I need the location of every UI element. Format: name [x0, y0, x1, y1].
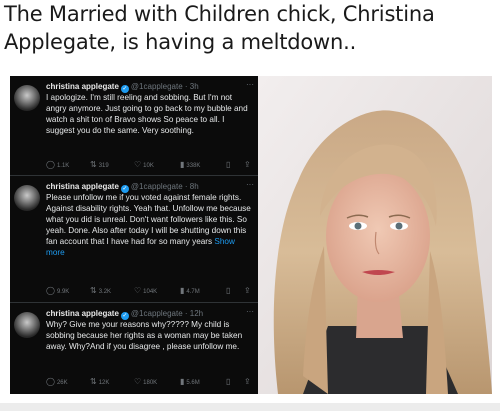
bookmark-button[interactable]: ▯	[226, 286, 232, 297]
tweet[interactable]: christina applegate ✓ @1capplegate · 12h ·…	[10, 308, 258, 392]
author-name[interactable]: christina applegate	[46, 309, 119, 318]
bookmark-icon: ▯	[226, 377, 231, 386]
tweet-thread: christina applegate ✓ @1capplegate · 3h ··…	[10, 76, 258, 394]
tweet-text: Why? Give me your reasons why????? My ch…	[46, 320, 243, 351]
retweet-button[interactable]: ⇅ 3.2K	[90, 286, 111, 297]
view-count: 4.7M	[186, 289, 200, 295]
like-button[interactable]: ♡ 104K	[134, 286, 157, 297]
like-count: 10K	[143, 163, 154, 169]
retweet-icon: ⇅	[90, 160, 97, 169]
portrait-photo	[258, 76, 492, 394]
bookmark-icon: ▯	[226, 286, 231, 295]
views-button[interactable]: ▮ 338K	[180, 160, 200, 171]
retweet-count: 3.2K	[98, 289, 112, 295]
tweet-divider	[10, 175, 258, 176]
bottom-bar	[0, 403, 500, 411]
retweet-icon: ⇅	[90, 286, 97, 295]
reply-count: 26K	[56, 380, 68, 386]
heart-icon: ♡	[134, 160, 142, 169]
reply-button[interactable]: ◯ 1.1K	[46, 160, 69, 171]
views-chart-icon: ▮	[180, 377, 185, 386]
reply-icon: ◯	[46, 160, 55, 169]
tweet-time[interactable]: 8h	[190, 182, 199, 191]
share-button[interactable]: ⇪	[244, 160, 253, 171]
avatar[interactable]	[14, 185, 40, 211]
reply-button[interactable]: ◯ 26K	[46, 377, 68, 388]
separator-dot: ·	[182, 182, 190, 191]
share-icon: ⇪	[244, 286, 251, 295]
heart-icon: ♡	[134, 286, 142, 295]
retweet-button[interactable]: ⇅ 319	[90, 160, 109, 171]
separator-dot: ·	[182, 309, 190, 318]
like-button[interactable]: ♡ 180K	[134, 377, 157, 388]
author-handle[interactable]: @1capplegate	[131, 309, 183, 318]
views-button[interactable]: ▮ 4.7M	[180, 286, 200, 297]
tweet-text-container: Please unfollow me if you voted against …	[46, 192, 254, 258]
tweet-text: I apologize. I'm still reeling and sobbi…	[46, 93, 248, 135]
more-dots-icon[interactable]: ···	[246, 181, 254, 189]
tweet-actions: ◯ 26K ⇅ 12K ♡ 180K ▮ 5.6M ▯ ⇪	[46, 377, 256, 387]
reply-icon: ◯	[46, 377, 55, 386]
avatar[interactable]	[14, 312, 40, 338]
reply-count: 1.1K	[56, 163, 70, 169]
heart-icon: ♡	[134, 377, 142, 386]
screenshot-panel: christina applegate ✓ @1capplegate · 3h ··…	[10, 76, 492, 394]
share-button[interactable]: ⇪	[244, 377, 253, 388]
avatar[interactable]	[14, 85, 40, 111]
reply-icon: ◯	[46, 286, 55, 295]
retweet-count: 319	[98, 163, 109, 169]
separator-dot: ·	[182, 82, 190, 91]
bookmark-button[interactable]: ▯	[226, 377, 232, 388]
views-chart-icon: ▮	[180, 160, 185, 169]
retweet-icon: ⇅	[90, 377, 97, 386]
reply-button[interactable]: ◯ 9.9K	[46, 286, 69, 297]
view-count: 338K	[186, 163, 201, 169]
views-button[interactable]: ▮ 5.6M	[180, 377, 200, 388]
tweet-actions: ◯ 9.9K ⇅ 3.2K ♡ 104K ▮ 4.7M ▯ ⇪	[46, 286, 256, 296]
share-icon: ⇪	[244, 377, 251, 386]
tweet-actions: ◯ 1.1K ⇅ 319 ♡ 10K ▮ 338K ▯ ⇪	[46, 160, 256, 170]
bookmark-icon: ▯	[226, 160, 231, 169]
portrait-illustration	[258, 76, 492, 394]
bookmark-button[interactable]: ▯	[226, 160, 232, 171]
tweet[interactable]: christina applegate ✓ @1capplegate · 3h ··…	[10, 81, 258, 176]
like-count: 104K	[143, 289, 158, 295]
author-handle[interactable]: @1capplegate	[131, 82, 183, 91]
retweet-count: 12K	[98, 380, 110, 386]
tweet-divider	[10, 302, 258, 303]
author-name[interactable]: christina applegate	[46, 82, 119, 91]
post-headline: The Married with Children chick, Christi…	[4, 2, 435, 54]
share-icon: ⇪	[244, 160, 251, 169]
view-count: 5.6M	[186, 380, 200, 386]
reply-count: 9.9K	[56, 289, 70, 295]
more-dots-icon[interactable]: ···	[246, 308, 254, 316]
tweet[interactable]: christina applegate ✓ @1capplegate · 8h ··…	[10, 181, 258, 301]
author-handle[interactable]: @1capplegate	[131, 182, 183, 191]
retweet-button[interactable]: ⇅ 12K	[90, 377, 109, 388]
like-count: 180K	[143, 380, 158, 386]
author-name[interactable]: christina applegate	[46, 182, 119, 191]
tweet-time[interactable]: 3h	[190, 82, 199, 91]
like-button[interactable]: ♡ 10K	[134, 160, 154, 171]
views-chart-icon: ▮	[180, 286, 185, 295]
share-button[interactable]: ⇪	[244, 286, 253, 297]
tweet-time[interactable]: 12h	[190, 309, 203, 318]
more-dots-icon[interactable]: ···	[246, 81, 254, 89]
